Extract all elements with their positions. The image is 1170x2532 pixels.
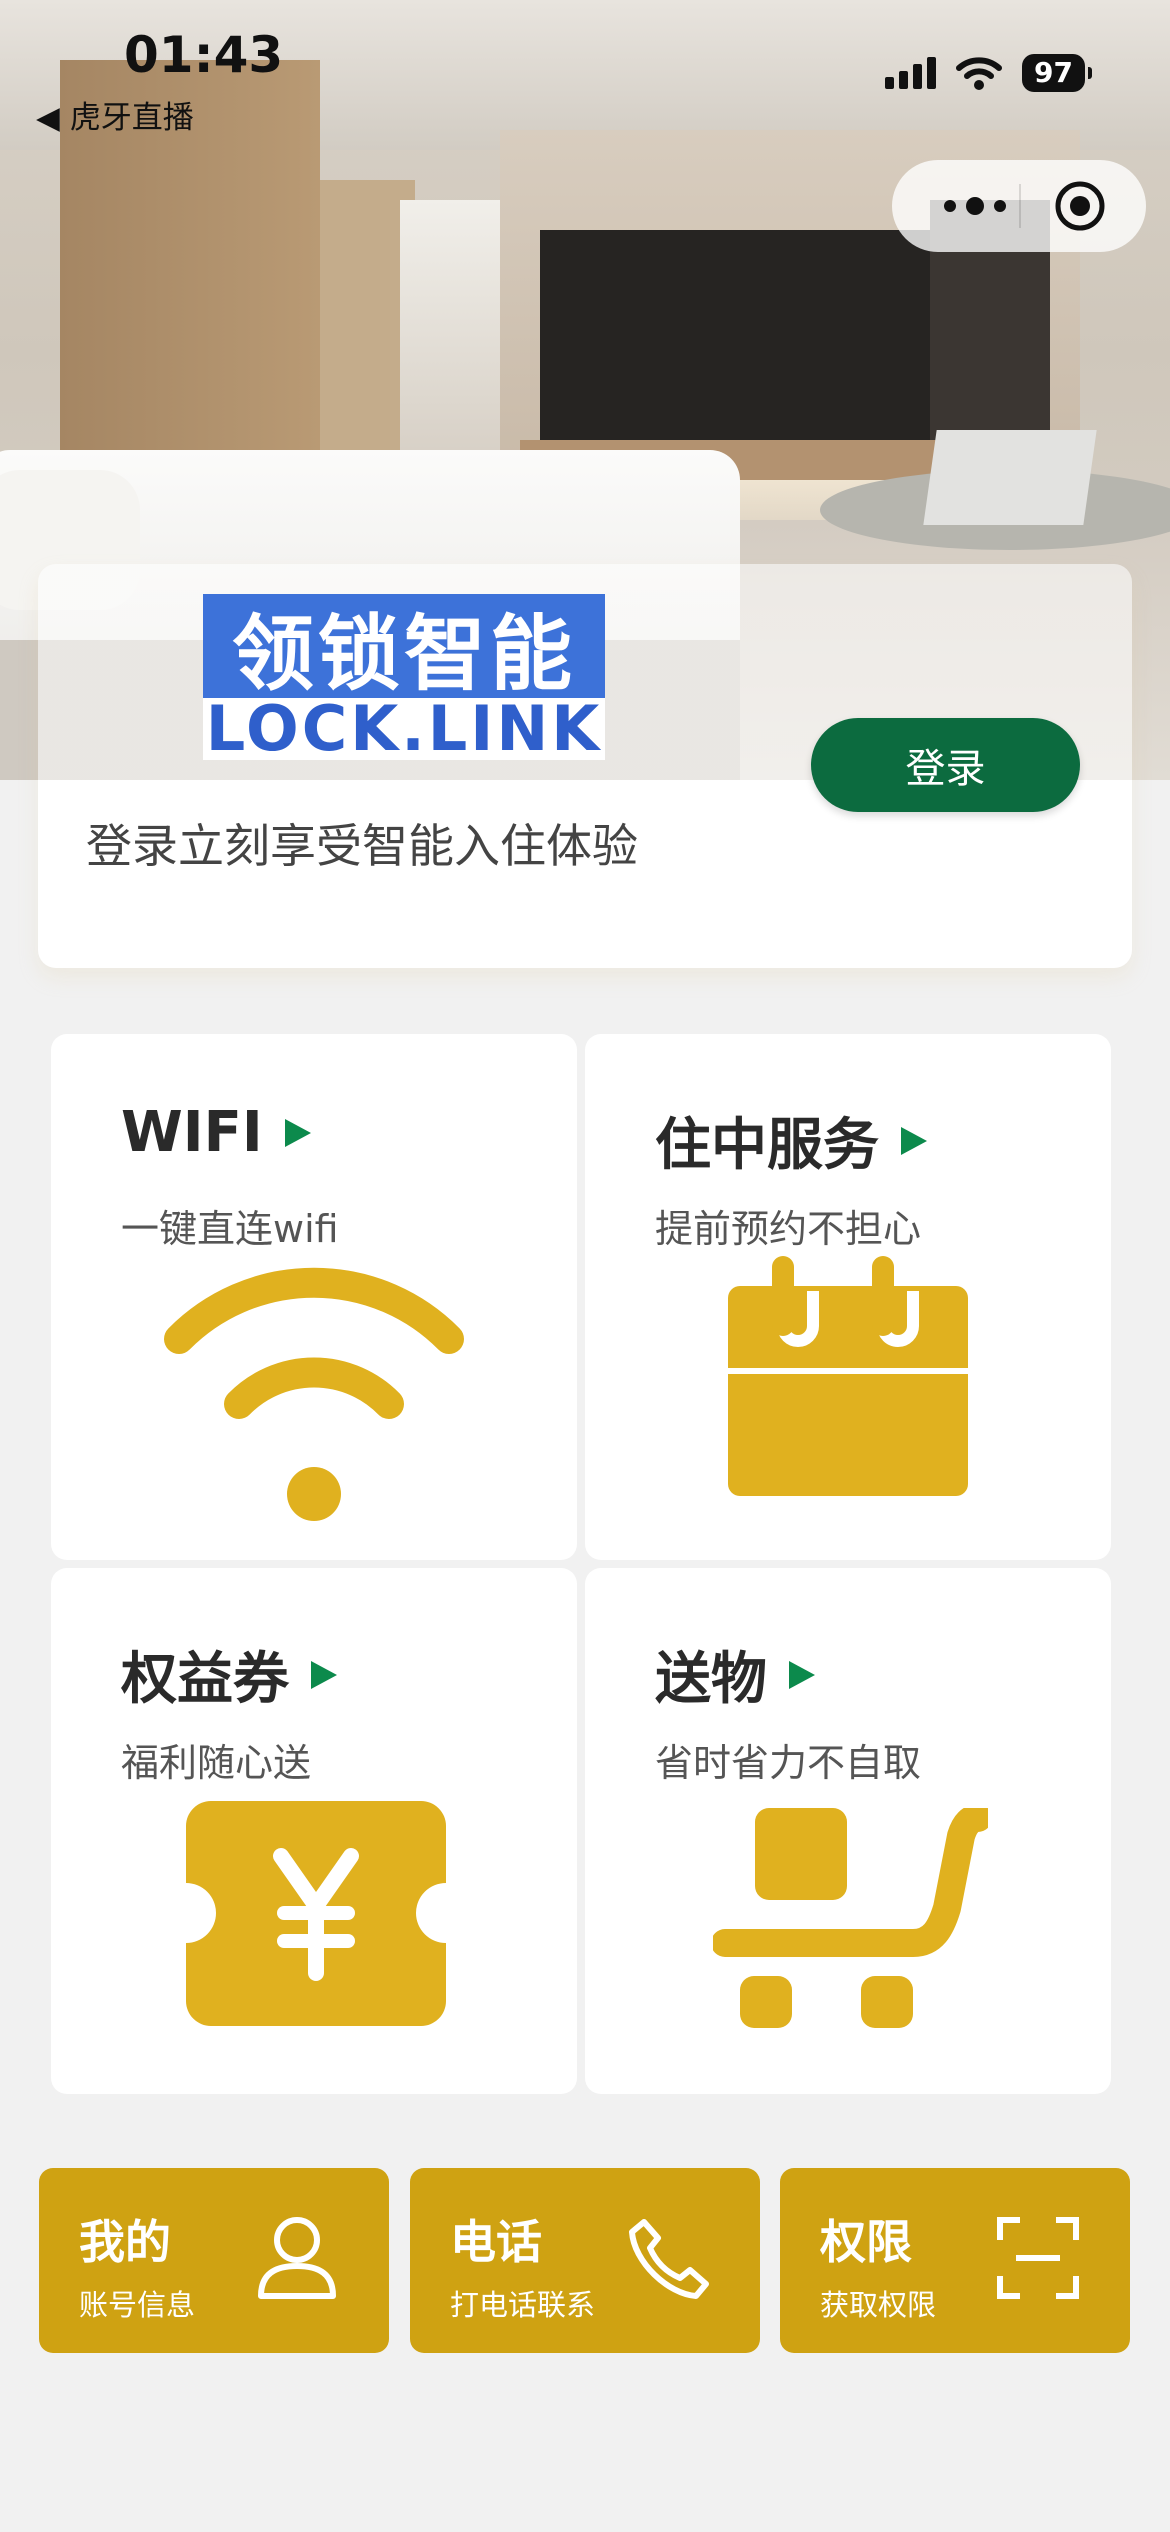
phone-icon [629, 2219, 709, 2299]
logo-english: LOCK.LINK [203, 698, 605, 760]
close-miniprogram-icon[interactable] [1054, 180, 1106, 232]
capsule-divider [1019, 184, 1021, 228]
status-time: 01:43 [124, 26, 284, 84]
card-title: 权益券 [121, 1634, 337, 1715]
card-delivery[interactable]: 送物 省时省力不自取 [585, 1568, 1111, 2094]
card-title-text: WIFI [121, 1100, 263, 1165]
button-subtitle: 获取权限 [820, 2288, 937, 2322]
card-subtitle: 一键直连wifi [121, 1207, 339, 1251]
user-icon [258, 2217, 336, 2299]
coupon-icon [186, 1801, 446, 2026]
card-title-text: 权益券 [121, 1647, 289, 1712]
battery-indicator: 97 [1022, 54, 1092, 92]
logo-chinese: 领锁智能 [203, 594, 605, 702]
card-wifi[interactable]: WIFI 一键直连wifi [51, 1034, 577, 1560]
button-subtitle: 打电话联系 [450, 2288, 596, 2322]
card-title-text: 住中服务 [655, 1113, 879, 1178]
button-subtitle: 账号信息 [79, 2288, 196, 2322]
back-to-app-link[interactable]: ◀ 虎牙直播 [36, 92, 194, 137]
status-indicators: 97 [885, 54, 1092, 92]
miniprogram-capsule [892, 160, 1146, 252]
my-account-button[interactable]: 我的 账号信息 [39, 2168, 389, 2353]
card-title: 送物 [655, 1634, 815, 1715]
cart-icon [713, 1808, 988, 2028]
brand-logo: 领锁智能 LOCK.LINK [203, 594, 605, 760]
wifi-icon [164, 1267, 464, 1521]
button-title: 我的 [79, 2215, 171, 2269]
card-title: 住中服务 [655, 1100, 927, 1181]
button-title: 电话 [450, 2215, 542, 2269]
arrow-right-icon [284, 1118, 311, 1147]
button-title: 权限 [820, 2215, 912, 2269]
arrow-right-icon [311, 1660, 337, 1689]
permission-button[interactable]: 权限 获取权限 [780, 2168, 1130, 2353]
card-title-text: 送物 [655, 1647, 767, 1712]
card-subtitle: 福利随心送 [121, 1741, 312, 1785]
card-subtitle: 省时省力不自取 [655, 1741, 922, 1785]
arrow-right-icon [901, 1126, 927, 1155]
card-in-stay-service[interactable]: 住中服务 提前预约不担心 [585, 1034, 1111, 1560]
wifi-status-icon [956, 57, 1003, 90]
login-button[interactable]: 登录 [811, 718, 1080, 812]
login-tip: 登录立刻享受智能入住体验 [86, 819, 638, 873]
arrow-right-icon [789, 1660, 815, 1689]
card-title: WIFI [121, 1100, 311, 1165]
card-subtitle: 提前预约不担心 [655, 1207, 922, 1251]
signal-icon [885, 57, 937, 89]
scan-icon [997, 2217, 1079, 2299]
phone-button[interactable]: 电话 打电话联系 [410, 2168, 760, 2353]
calendar-icon [728, 1256, 968, 1496]
more-icon[interactable] [930, 186, 1020, 226]
card-coupon[interactable]: 权益券 福利随心送 [51, 1568, 577, 2094]
